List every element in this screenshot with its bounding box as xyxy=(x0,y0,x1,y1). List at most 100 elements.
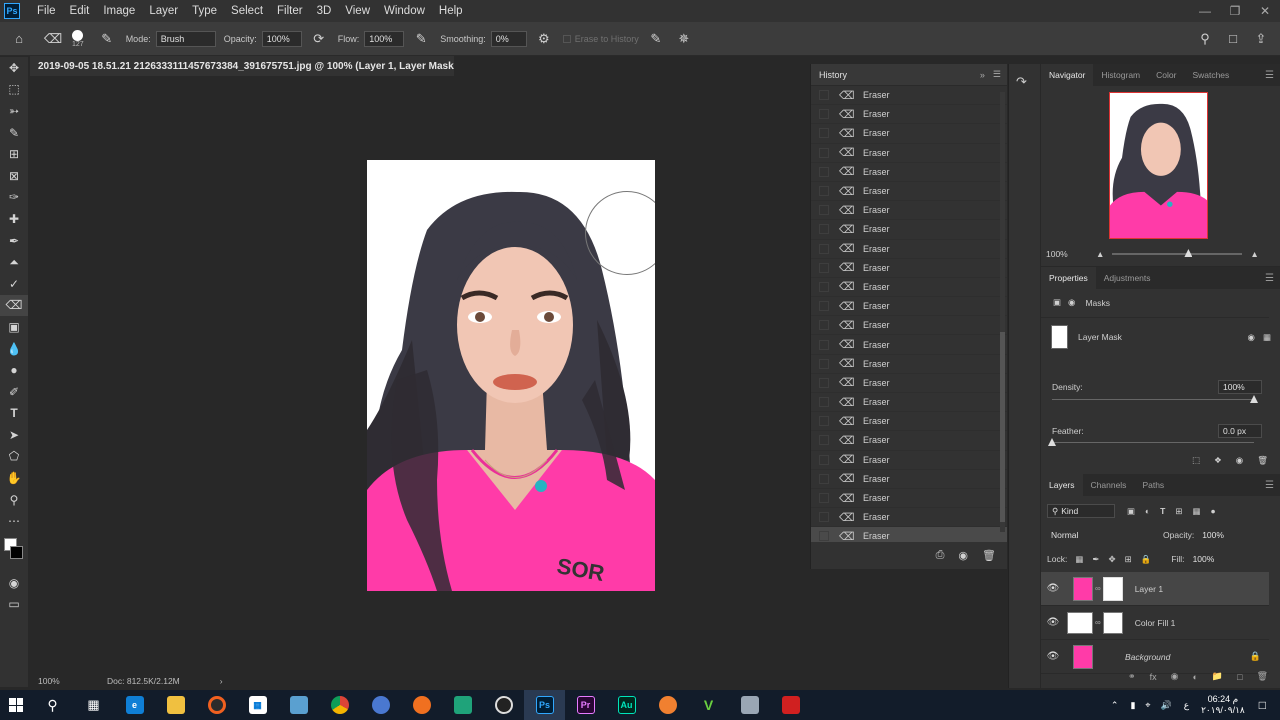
zoom-in-icon[interactable]: ▲ xyxy=(1250,249,1258,259)
document-tab[interactable]: 2019-09-05 18.51.21 2126333111457673384_… xyxy=(30,56,454,76)
history-source-checkbox[interactable] xyxy=(819,262,829,273)
feather-input[interactable]: 0.0 px xyxy=(1218,424,1262,438)
tab-swatches[interactable]: Swatches xyxy=(1184,64,1237,86)
windows-start-icon[interactable] xyxy=(0,690,32,720)
filter-toggle-icon[interactable]: ● xyxy=(1211,506,1216,516)
share-icon[interactable]: ⇪ xyxy=(1252,30,1270,48)
zoom-level[interactable]: 100% xyxy=(30,676,70,686)
quick-select-tool-icon[interactable]: ✎ xyxy=(0,122,28,144)
menu-type[interactable]: Type xyxy=(185,0,224,22)
panel-menu-icon[interactable]: ☰ xyxy=(1265,273,1274,284)
layer-row[interactable]: 👁 ∞ Layer 1 xyxy=(1041,572,1269,606)
marquee-tool-icon[interactable]: ⬚ xyxy=(0,79,28,101)
workspace-icon[interactable]: □ xyxy=(1224,30,1242,48)
history-item[interactable]: ⌫ Eraser xyxy=(811,124,1007,144)
history-source-checkbox[interactable] xyxy=(819,435,829,446)
pressure-opacity-icon[interactable]: ⟳ xyxy=(310,30,328,48)
gear-icon[interactable]: ⚙ xyxy=(535,30,553,48)
visibility-eye-icon[interactable]: 👁 xyxy=(1041,651,1065,662)
brush-settings-icon[interactable]: ✎ xyxy=(98,30,116,48)
network-icon[interactable]: ⌖ xyxy=(1145,700,1150,711)
volume-icon[interactable]: 🔊 xyxy=(1160,700,1171,711)
gradient-tool-icon[interactable]: ▣ xyxy=(0,316,28,338)
adjustment-filter-icon[interactable]: ◐ xyxy=(1145,506,1150,516)
density-input[interactable]: 100% xyxy=(1218,380,1262,394)
history-source-checkbox[interactable] xyxy=(819,224,829,235)
zoom-tool-icon[interactable]: ⚲ xyxy=(0,489,28,511)
chrome-canary-icon[interactable] xyxy=(360,690,401,720)
history-item[interactable]: ⌫ Eraser xyxy=(811,163,1007,182)
app-gray-icon[interactable] xyxy=(729,690,770,720)
app-icon-orange[interactable] xyxy=(196,690,237,720)
feather-slider[interactable] xyxy=(1048,438,1254,446)
navigator-thumbnail[interactable] xyxy=(1109,92,1208,239)
link-icon[interactable]: ∞ xyxy=(1095,584,1101,593)
history-panel-icon[interactable]: ↷ xyxy=(1016,74,1040,90)
media-app-icon[interactable] xyxy=(442,690,483,720)
history-item[interactable]: ⌫ Eraser xyxy=(811,508,1007,528)
delete-layer-icon[interactable]: 🗑 xyxy=(1257,671,1268,682)
history-source-checkbox[interactable] xyxy=(819,109,829,120)
layer-name[interactable]: Background xyxy=(1125,652,1170,662)
crop-tool-icon[interactable]: ⊞ xyxy=(0,143,28,165)
history-source-checkbox[interactable] xyxy=(819,339,829,350)
pen-tool-icon[interactable]: ✐ xyxy=(0,381,28,403)
lock-pixels-icon[interactable]: ✒ xyxy=(1092,554,1099,565)
history-item[interactable]: ⌫ Eraser xyxy=(811,412,1007,432)
link-layers-icon[interactable]: ⚭ xyxy=(1128,671,1136,682)
brush-size-picker[interactable]: 127 xyxy=(72,29,84,48)
search-icon[interactable]: ⚲ xyxy=(1196,30,1214,48)
menu-window[interactable]: Window xyxy=(377,0,432,22)
history-item[interactable]: ⌫ Eraser xyxy=(811,86,1007,106)
history-item[interactable]: ⌫ Eraser xyxy=(811,278,1007,298)
history-source-checkbox[interactable] xyxy=(819,454,829,465)
add-mask-icon[interactable]: ◉ xyxy=(1171,671,1179,682)
eraser-tool-icon[interactable]: ⌫ xyxy=(0,294,28,317)
history-item[interactable]: ⌫ Eraser xyxy=(811,220,1007,240)
collapse-panel-icon[interactable]: » xyxy=(980,70,985,80)
history-item[interactable]: ⌫ Eraser xyxy=(811,451,1007,470)
task-view-icon[interactable]: ▦ xyxy=(73,690,114,720)
eraser-tool-preset-icon[interactable]: ⌫ xyxy=(44,30,62,48)
tab-color[interactable]: Color xyxy=(1148,64,1184,86)
history-source-checkbox[interactable] xyxy=(819,377,829,388)
lock-artboard-icon[interactable]: ⊞ xyxy=(1125,554,1132,565)
layer-name[interactable]: Layer 1 xyxy=(1135,584,1163,594)
menu-view[interactable]: View xyxy=(338,0,377,22)
history-item[interactable]: ⌫ Eraser xyxy=(811,374,1007,393)
chrome-icon[interactable] xyxy=(319,690,360,720)
visibility-eye-icon[interactable]: 👁 xyxy=(1041,617,1065,628)
smart-object-filter-icon[interactable]: ▦ xyxy=(1193,506,1201,517)
flow-input[interactable]: 100% xyxy=(364,30,405,47)
background-color-swatch[interactable] xyxy=(10,546,23,560)
store-icon[interactable]: ▦ xyxy=(237,690,278,720)
document-image[interactable]: SOR xyxy=(367,160,655,591)
history-source-checkbox[interactable] xyxy=(819,416,829,427)
opacity-input[interactable]: 100% xyxy=(261,30,302,47)
mode-select[interactable]: Brush xyxy=(155,30,216,47)
history-item[interactable]: ⌫ Eraser xyxy=(811,144,1007,163)
tab-channels[interactable]: Channels xyxy=(1083,474,1135,496)
history-item[interactable]: ⌫ Eraser xyxy=(811,470,1007,489)
density-slider[interactable] xyxy=(1052,395,1258,403)
blend-mode-select[interactable]: Normal xyxy=(1047,528,1149,542)
history-source-checkbox[interactable] xyxy=(819,493,829,504)
erase-to-history-checkbox[interactable]: Erase to History xyxy=(562,34,639,44)
history-source-checkbox[interactable] xyxy=(819,166,829,177)
visibility-eye-icon[interactable]: 👁 xyxy=(1041,583,1065,594)
shape-tool-icon[interactable]: ⬠ xyxy=(0,446,28,468)
history-source-checkbox[interactable] xyxy=(819,281,829,292)
history-source-checkbox[interactable] xyxy=(819,473,829,484)
fill-input[interactable]: 100% xyxy=(1188,552,1223,566)
history-source-checkbox[interactable] xyxy=(819,531,829,542)
history-source-checkbox[interactable] xyxy=(819,358,829,369)
edge-icon[interactable]: e xyxy=(114,690,155,720)
quick-mask-icon[interactable]: ◉ xyxy=(0,572,28,594)
input-language[interactable]: ع xyxy=(1184,700,1189,711)
blur-tool-icon[interactable]: 💧 xyxy=(0,338,28,360)
new-document-from-state-icon[interactable]: ⎙ xyxy=(936,549,945,562)
history-item[interactable]: ⌫ Eraser xyxy=(811,355,1007,374)
lock-transparent-icon[interactable]: ▦ xyxy=(1075,554,1083,565)
adjustment-layer-icon[interactable]: ◐ xyxy=(1192,672,1197,682)
history-scrollbar[interactable] xyxy=(1000,92,1005,532)
